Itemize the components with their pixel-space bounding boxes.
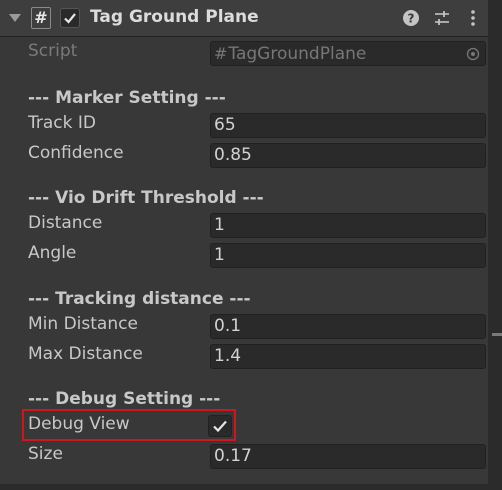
confidence-field[interactable]: 0.85 (210, 143, 486, 168)
size-label: Size (28, 444, 63, 464)
scrollbar-thumb[interactable] (492, 333, 502, 336)
component-enabled-checkbox[interactable] (60, 8, 80, 28)
distance-label: Distance (28, 213, 103, 233)
size-field[interactable]: 0.17 (210, 444, 486, 469)
checkmark-icon (64, 13, 76, 24)
presets-icon[interactable] (433, 9, 451, 27)
angle-label: Angle (28, 243, 77, 263)
max-distance-row: Max Distance 1.4 (0, 341, 488, 371)
max-distance-field[interactable]: 1.4 (210, 344, 486, 369)
component-title: Tag Ground Plane (90, 7, 259, 27)
script-icon: # (31, 7, 51, 29)
confidence-label: Confidence (28, 143, 124, 163)
foldout-arrow-icon[interactable] (8, 11, 22, 25)
script-value: TagGroundPlane (228, 44, 367, 64)
min-distance-row: Min Distance 0.1 (0, 311, 488, 341)
angle-row: Angle 1 (0, 240, 488, 270)
object-picker-icon[interactable] (466, 47, 480, 61)
distance-row: Distance 1 (0, 210, 488, 240)
track-id-field[interactable]: 65 (210, 113, 486, 138)
kebab-menu-icon[interactable] (464, 9, 482, 27)
section-marker-setting: --- Marker Setting --- (28, 88, 226, 108)
size-row: Size 0.17 (0, 441, 488, 471)
max-distance-label: Max Distance (28, 344, 143, 364)
script-label: Script (28, 41, 78, 61)
script-object-field[interactable]: #TagGroundPlane (210, 41, 486, 66)
track-id-row: Track ID 65 (0, 110, 488, 140)
inspector-scrollbar[interactable] (488, 0, 502, 490)
distance-field[interactable]: 1 (210, 213, 486, 238)
help-icon[interactable]: ? (402, 9, 420, 27)
section-tracking-distance: --- Tracking distance --- (28, 289, 251, 309)
script-file-icon: # (214, 44, 228, 63)
script-row: Script #TagGroundPlane (0, 38, 488, 68)
min-distance-field[interactable]: 0.1 (210, 314, 486, 339)
svg-text:?: ? (408, 12, 415, 26)
bottom-divider (0, 484, 488, 490)
angle-field[interactable]: 1 (210, 243, 486, 268)
debug-view-highlight-box (22, 409, 236, 441)
section-vio-drift-threshold: --- Vio Drift Threshold --- (28, 188, 264, 208)
confidence-row: Confidence 0.85 (0, 140, 488, 170)
component-header: # Tag Ground Plane ? (0, 0, 488, 37)
section-debug-setting: --- Debug Setting --- (28, 389, 221, 409)
track-id-label: Track ID (28, 113, 96, 133)
min-distance-label: Min Distance (28, 314, 138, 334)
